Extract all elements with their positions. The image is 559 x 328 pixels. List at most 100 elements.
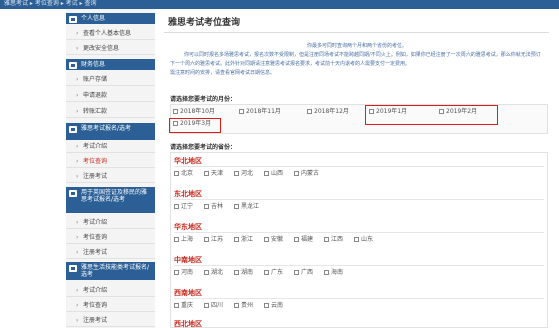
- province-option[interactable]: 湖北: [204, 269, 223, 277]
- sidebar-item-exam-intro[interactable]: › 考试介绍: [66, 141, 155, 153]
- sidebar-section-ukvi[interactable]: 用于英国签证及移民的雅思考试报名/选考: [66, 187, 155, 213]
- divider: [174, 298, 544, 299]
- sidebar-item-account-deposit[interactable]: › 账户存储: [66, 74, 155, 86]
- divider: [174, 166, 544, 167]
- province-option[interactable]: 安徽: [264, 236, 283, 244]
- checkbox[interactable]: [174, 237, 179, 242]
- sidebar-item-register-exam[interactable]: › 注册考试: [66, 247, 155, 259]
- checkbox[interactable]: [234, 237, 239, 242]
- sidebar-section-personal-info[interactable]: 个人信息: [66, 13, 155, 24]
- sidebar-section-life-skills[interactable]: 雅思生活技能类考试报名/选考: [66, 262, 155, 280]
- province-option[interactable]: 山东: [354, 236, 373, 244]
- checkbox[interactable]: [234, 204, 239, 209]
- month-option[interactable]: 2018年12月: [307, 108, 349, 116]
- province-option[interactable]: 湖南: [234, 269, 253, 277]
- document-icon: [69, 190, 77, 197]
- notice-text: 你最多可同时查询两个月和两个省份的考位。 你可以同时报名多场雅思考试，报名次数不…: [170, 42, 544, 78]
- region-north: 华北地区 北京 天津 河北 山西 内蒙古: [171, 156, 549, 184]
- province-option[interactable]: 重庆: [174, 302, 193, 310]
- checkbox[interactable]: [204, 204, 209, 209]
- province-option[interactable]: 河南: [174, 269, 193, 277]
- region-title: 东北地区: [174, 190, 202, 198]
- checkbox[interactable]: [234, 171, 239, 176]
- province-option[interactable]: 江苏: [204, 236, 223, 244]
- checkbox[interactable]: [239, 109, 244, 114]
- region-title: 西北地区: [174, 320, 202, 328]
- province-option[interactable]: 黑龙江: [234, 203, 259, 211]
- checkbox[interactable]: [173, 109, 178, 114]
- province-option[interactable]: 广东: [264, 269, 283, 277]
- highlight-box: [365, 105, 498, 125]
- checkbox[interactable]: [324, 270, 329, 275]
- chevron-right-icon: ›: [76, 173, 79, 180]
- document-icon: [69, 265, 77, 272]
- checkbox[interactable]: [174, 270, 179, 275]
- month-option[interactable]: 2018年10月: [173, 108, 215, 116]
- checkbox[interactable]: [264, 270, 269, 275]
- province-option[interactable]: 吉林: [204, 203, 223, 211]
- checkbox[interactable]: [174, 171, 179, 176]
- province-question-label: 请选择您要考试的省份：: [170, 144, 237, 151]
- chevron-right-icon: ›: [76, 76, 79, 83]
- province-option[interactable]: 辽宁: [174, 203, 193, 211]
- checkbox[interactable]: [204, 303, 209, 308]
- checkbox[interactable]: [324, 237, 329, 242]
- sidebar-item-security-info[interactable]: › 更改安全信息: [66, 43, 155, 55]
- province-option[interactable]: 浙江: [234, 236, 253, 244]
- document-icon: [69, 126, 77, 133]
- checkbox[interactable]: [264, 303, 269, 308]
- sidebar-item-seat-search[interactable]: › 考位查询: [66, 232, 155, 244]
- province-option[interactable]: 广西: [294, 269, 313, 277]
- sidebar-item-exam-intro[interactable]: › 考试介绍: [66, 285, 155, 297]
- chevron-right-icon: ›: [76, 302, 79, 309]
- chevron-right-icon: ›: [76, 219, 79, 226]
- province-option[interactable]: 福建: [294, 236, 313, 244]
- checkbox[interactable]: [294, 237, 299, 242]
- province-option[interactable]: 海南: [324, 269, 343, 277]
- province-option[interactable]: 天津: [204, 170, 223, 178]
- checkbox[interactable]: [174, 204, 179, 209]
- province-option[interactable]: 河北: [234, 170, 253, 178]
- province-option[interactable]: 四川: [204, 302, 223, 310]
- province-option[interactable]: 江西: [324, 236, 343, 244]
- checkbox[interactable]: [264, 237, 269, 242]
- wallet-icon: [69, 62, 77, 69]
- sidebar-item-exam-intro[interactable]: › 考试介绍: [66, 217, 155, 229]
- province-option[interactable]: 山西: [264, 170, 283, 178]
- checkbox[interactable]: [204, 237, 209, 242]
- sidebar-item-seat-search[interactable]: › 考位查询: [66, 156, 155, 168]
- sidebar-section-finance[interactable]: 财务信息: [66, 59, 155, 70]
- checkbox[interactable]: [234, 270, 239, 275]
- chevron-right-icon: ›: [76, 92, 79, 99]
- main-content: 雅思考试考位查询 你最多可同时查询两个月和两个省份的考位。 你可以同时报名多场雅…: [158, 9, 551, 328]
- sidebar-item-transfer[interactable]: › 转账汇款: [66, 106, 155, 118]
- checkbox[interactable]: [294, 270, 299, 275]
- chevron-right-icon: ›: [76, 234, 79, 241]
- sidebar-section-ielts[interactable]: 雅思考试报名/选考: [66, 123, 155, 140]
- province-option[interactable]: 上海: [174, 236, 193, 244]
- sidebar-item-seat-search[interactable]: › 考位查询: [66, 300, 155, 312]
- checkbox[interactable]: [294, 171, 299, 176]
- divider: [174, 199, 544, 200]
- sidebar-item-register-exam[interactable]: › 注册考试: [66, 315, 155, 327]
- chevron-right-icon: ›: [76, 143, 79, 150]
- chevron-right-icon: ›: [76, 287, 79, 294]
- checkbox[interactable]: [234, 303, 239, 308]
- checkbox[interactable]: [204, 270, 209, 275]
- checkbox[interactable]: [354, 237, 359, 242]
- province-option[interactable]: 云南: [264, 302, 283, 310]
- divider: [174, 232, 544, 233]
- checkbox[interactable]: [174, 303, 179, 308]
- sidebar-item-register-exam[interactable]: › 注册考试: [66, 171, 155, 183]
- month-option[interactable]: 2018年11月: [239, 108, 281, 116]
- user-icon: [69, 16, 77, 23]
- province-option[interactable]: 北京: [174, 170, 193, 178]
- province-option[interactable]: 贵州: [234, 302, 253, 310]
- checkbox[interactable]: [264, 171, 269, 176]
- checkbox[interactable]: [307, 109, 312, 114]
- province-option[interactable]: 内蒙古: [294, 170, 319, 178]
- province-options: 华北地区 北京 天津 河北 山西 内蒙古 东北地区 辽宁 吉林 黑龙江 华东地区…: [170, 152, 548, 328]
- checkbox[interactable]: [204, 171, 209, 176]
- sidebar-item-view-profile[interactable]: › 查看个人基本信息: [66, 28, 155, 40]
- sidebar-item-refund[interactable]: › 申请退款: [66, 90, 155, 102]
